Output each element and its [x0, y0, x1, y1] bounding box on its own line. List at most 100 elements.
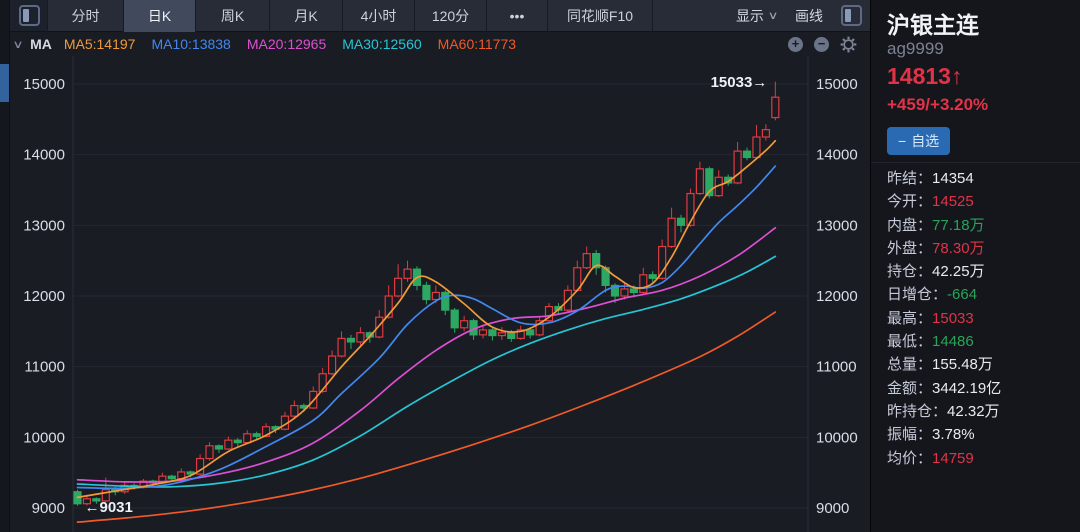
stat-row: 最高：15033 [887, 307, 1074, 330]
settings-gear-icon[interactable] [840, 36, 857, 53]
draw-line-button[interactable]: 画线 [795, 6, 823, 26]
stat-row: 金额：3442.19亿 [887, 377, 1074, 400]
stat-row: 日增仓：-664 [887, 283, 1074, 306]
tab-zhouk[interactable]: 周K [195, 0, 270, 32]
stat-value: 78.30万 [932, 240, 985, 257]
ma-line-ma5 [78, 141, 776, 498]
stat-value: -664 [947, 286, 977, 303]
svg-text:10000: 10000 [816, 429, 858, 446]
tab-strip: 分时日K周K月K4小时120分•••同花顺F10 [48, 0, 653, 31]
stat-value: 14525 [932, 193, 974, 210]
ma-values-list: MA5:14197 MA10:13838 MA20:12965 MA30:12560 M… [64, 36, 516, 52]
stat-value: 3.78% [932, 426, 975, 443]
tab-fenshi[interactable]: 分时 [47, 0, 124, 32]
stat-label: 昨持仓： [887, 403, 947, 420]
svg-text:9000: 9000 [32, 500, 65, 517]
tab-120min[interactable]: 120分 [414, 0, 487, 32]
toolbar: 分时日K周K月K4小时120分•••同花顺F10 显示 ∨ 画线 [10, 0, 870, 32]
svg-text:14000: 14000 [23, 147, 65, 164]
up-arrow-icon: ↑ [951, 63, 963, 89]
display-label: 显示 [736, 6, 764, 26]
stat-value: 14759 [932, 450, 974, 467]
stat-row: 振幅：3.78% [887, 423, 1074, 446]
stat-row: 均价：14759 [887, 447, 1074, 470]
svg-text:11000: 11000 [24, 359, 65, 376]
price-change: +459/+3.20% [887, 95, 988, 115]
stat-label: 金额： [887, 380, 932, 397]
chart-zoom-controls: + − [788, 36, 857, 53]
quote-panel: 沪银主连 ag9999 14813↑ +459/+3.20% − 自选 昨结：1… [870, 0, 1080, 532]
stat-value: 42.32万 [947, 403, 1000, 420]
toggle-right-panel-icon[interactable] [841, 5, 862, 26]
stat-row: 最低：14486 [887, 330, 1074, 353]
stat-label: 振幅： [887, 426, 932, 443]
left-strip-scroll-indicator[interactable] [0, 64, 9, 102]
ma-indicator-bar: ∨ MA MA5:14197 MA10:13838 MA20:12965 MA30:1… [10, 32, 870, 56]
ma-line-ma60 [78, 312, 776, 522]
stat-row: 持仓：42.25万 [887, 260, 1074, 283]
stat-label: 外盘： [887, 240, 932, 257]
svg-text:13000: 13000 [816, 217, 858, 234]
instrument-title: 沪银主连 [887, 6, 979, 40]
svg-text:12000: 12000 [816, 288, 858, 305]
tab-more[interactable]: ••• [486, 0, 548, 32]
svg-text:←9031: ←9031 [85, 499, 133, 516]
ma-collapse-chevron-icon[interactable]: ∨ [12, 38, 23, 51]
svg-text:12000: 12000 [23, 288, 65, 305]
zoom-out-button[interactable]: − [814, 37, 829, 52]
stat-label: 日增仓： [887, 286, 947, 303]
stat-row: 今开：14525 [887, 190, 1074, 213]
stat-row: 昨持仓：42.32万 [887, 400, 1074, 423]
ma-line-ma20 [78, 228, 776, 482]
tab-yuek[interactable]: 月K [269, 0, 343, 32]
stat-value: 155.48万 [932, 356, 993, 373]
ma-value-ma30: MA30:12560 [342, 36, 421, 52]
chart-region[interactable]: 1500015000140001400013000130001200012000… [10, 56, 870, 532]
svg-text:9000: 9000 [816, 500, 849, 517]
left-edge-strip [0, 0, 10, 532]
stat-value: 14486 [932, 333, 974, 350]
stat-row: 总量：155.48万 [887, 353, 1074, 376]
stat-value: 14354 [932, 170, 974, 187]
stat-value: 15033 [932, 310, 974, 327]
stat-value: 42.25万 [932, 263, 985, 280]
ma-value-ma60: MA60:11773 [438, 36, 516, 52]
stat-row: 外盘：78.30万 [887, 237, 1074, 260]
svg-text:10000: 10000 [23, 429, 65, 446]
stat-label: 最低： [887, 333, 932, 350]
watchlist-remove-button[interactable]: − 自选 [887, 127, 950, 155]
candlestick-chart[interactable]: 1500015000140001400013000130001200012000… [10, 56, 870, 532]
zoom-in-button[interactable]: + [788, 37, 803, 52]
panel-divider [871, 162, 1080, 163]
trading-app-window: 分时日K周K月K4小时120分•••同花顺F10 显示 ∨ 画线 ∨ MA MA… [0, 0, 1080, 532]
ma-value-ma20: MA20:12965 [247, 36, 326, 52]
stat-label: 持仓： [887, 263, 932, 280]
toolbar-left-icon-cell [10, 0, 48, 31]
toggle-left-panel-icon[interactable] [19, 5, 40, 26]
ma-line-ma10 [78, 166, 776, 488]
quote-stats-list: 昨结：14354今开：14525内盘：77.18万外盘：78.30万持仓：42.… [887, 167, 1074, 470]
stat-row: 昨结：14354 [887, 167, 1074, 190]
ma-label: MA [30, 36, 52, 52]
tab-4hour[interactable]: 4小时 [342, 0, 415, 32]
display-dropdown-button[interactable]: 显示 ∨ [736, 6, 777, 26]
toolbar-right-group: 显示 ∨ 画线 [736, 0, 870, 31]
chevron-down-icon: ∨ [768, 9, 779, 22]
svg-text:15000: 15000 [23, 76, 65, 93]
stat-value: 3442.19亿 [932, 380, 1001, 397]
ma-value-ma5: MA5:14197 [64, 36, 136, 52]
stat-label: 今开： [887, 193, 932, 210]
ma-value-ma10: MA10:13838 [151, 36, 230, 52]
svg-text:11000: 11000 [816, 359, 857, 376]
stat-label: 内盘： [887, 217, 932, 234]
tab-rik[interactable]: 日K [123, 0, 196, 32]
stat-label: 均价： [887, 450, 932, 467]
stat-label: 昨结： [887, 170, 932, 187]
svg-text:14000: 14000 [816, 147, 858, 164]
minus-icon: − [898, 133, 906, 149]
stat-label: 总量： [887, 356, 932, 373]
stat-row: 内盘：77.18万 [887, 214, 1074, 237]
instrument-code: ag9999 [887, 39, 944, 59]
svg-text:15000: 15000 [816, 76, 858, 93]
tab-f10[interactable]: 同花顺F10 [547, 0, 653, 32]
